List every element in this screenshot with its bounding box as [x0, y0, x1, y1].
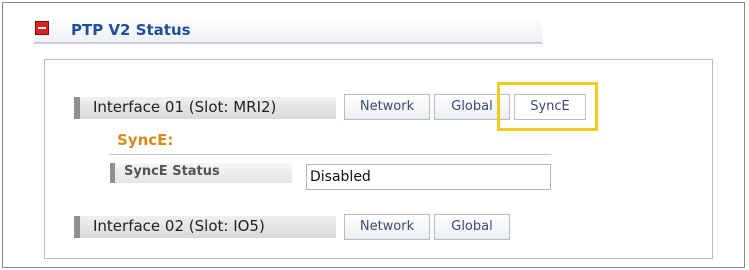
- interface-01-header: Interface 01 (Slot: MRI2): [74, 97, 336, 119]
- interface-01-label: Interface 01 (Slot: MRI2): [93, 98, 277, 116]
- page-title: PTP V2 Status: [71, 21, 191, 39]
- tab-global-interface-02[interactable]: Global: [434, 214, 510, 240]
- synce-heading: SyncE:: [117, 131, 174, 149]
- collapse-minus-icon[interactable]: [35, 21, 49, 35]
- synce-status-label-bar: SyncE Status: [110, 163, 292, 183]
- synce-divider: [109, 154, 551, 155]
- interface-02-label: Interface 02 (Slot: IO5): [93, 217, 265, 235]
- tab-network-interface-02[interactable]: Network: [344, 214, 430, 240]
- synce-status-value: Disabled: [306, 164, 551, 190]
- interface-02-header: Interface 02 (Slot: IO5): [74, 216, 336, 238]
- tab-network-interface-01[interactable]: Network: [344, 94, 430, 120]
- synce-status-label: SyncE Status: [124, 164, 220, 179]
- synce-tab-highlight: [497, 82, 598, 131]
